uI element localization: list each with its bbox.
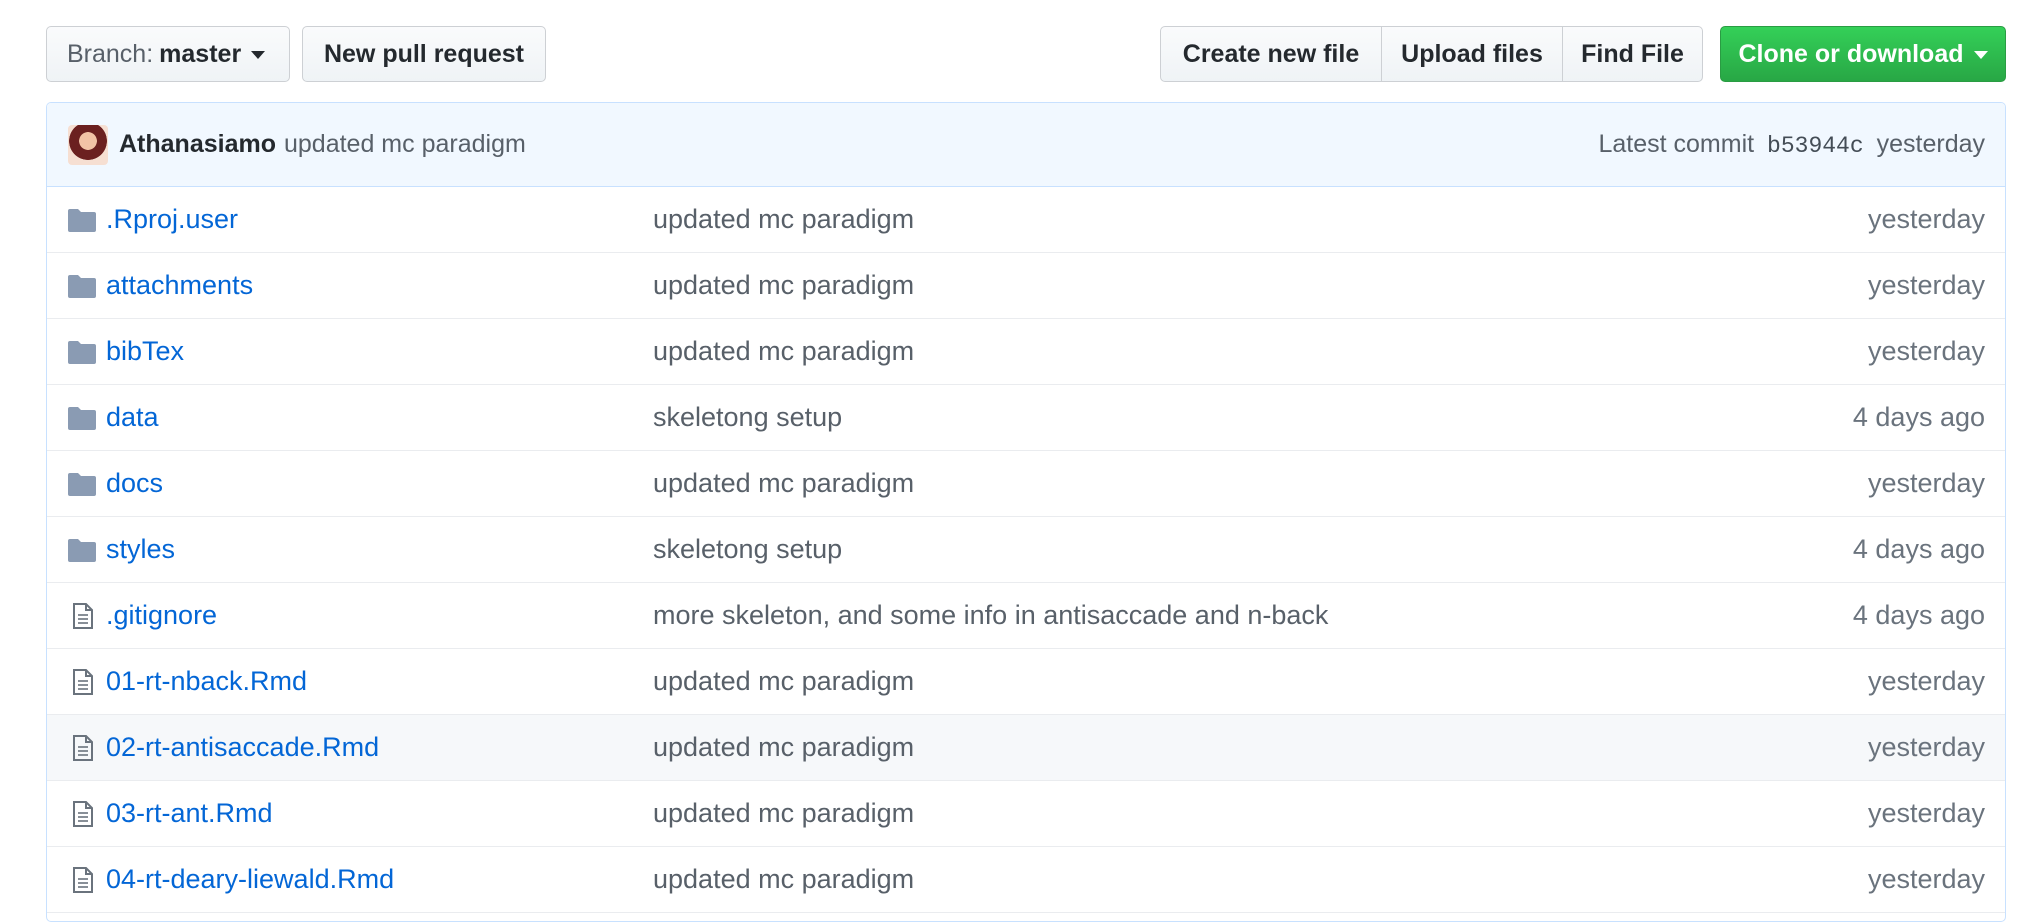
file-commit-message[interactable]: updated mc paradigm <box>653 666 914 697</box>
file-icon <box>67 867 97 893</box>
file-name-link[interactable]: 04-rt-deary-liewald.Rmd <box>106 864 394 895</box>
commit-time: yesterday <box>1876 130 1985 158</box>
file-row[interactable]: 04-rt-deary-liewald.Rmd updated mc parad… <box>47 847 2005 913</box>
file-age: yesterday <box>1867 204 1985 234</box>
file-list: .Rproj.user updated mc paradigm yesterda… <box>47 187 2005 913</box>
file-icon <box>67 603 97 629</box>
file-commit-message[interactable]: updated mc paradigm <box>653 468 914 499</box>
clone-or-download-button[interactable]: Clone or download <box>1720 26 2006 82</box>
file-commit-message[interactable]: updated mc paradigm <box>653 864 914 895</box>
branch-label: Branch: <box>67 39 154 68</box>
file-actions-group: Create new file Upload files Find File <box>1160 26 1703 82</box>
caret-down-icon <box>251 51 266 59</box>
file-row[interactable]: docs updated mc paradigm yesterday <box>47 451 2005 517</box>
repo-toolbar: Branch: master New pull request Create n… <box>0 0 2042 100</box>
folder-icon <box>67 471 97 497</box>
file-name-link[interactable]: bibTex <box>106 336 184 367</box>
file-age: yesterday <box>1867 864 1985 894</box>
file-icon <box>67 801 97 827</box>
file-commit-message[interactable]: updated mc paradigm <box>653 204 914 235</box>
new-pull-request-button[interactable]: New pull request <box>302 26 546 82</box>
commit-message[interactable]: updated mc paradigm <box>284 130 526 159</box>
file-age: 4 days ago <box>1852 600 1985 630</box>
create-new-file-button[interactable]: Create new file <box>1160 26 1382 82</box>
file-row[interactable]: 03-rt-ant.Rmd updated mc paradigm yester… <box>47 781 2005 847</box>
file-name-link[interactable]: docs <box>106 468 163 499</box>
file-row[interactable]: bibTex updated mc paradigm yesterday <box>47 319 2005 385</box>
latest-commit-label: Latest commit <box>1598 130 1755 158</box>
folder-icon <box>67 273 97 299</box>
find-file-button[interactable]: Find File <box>1562 26 1703 82</box>
file-name-link[interactable]: styles <box>106 534 175 565</box>
file-commit-message[interactable]: updated mc paradigm <box>653 270 914 301</box>
file-age: 4 days ago <box>1852 534 1985 564</box>
folder-icon <box>67 339 97 365</box>
file-commit-message[interactable]: updated mc paradigm <box>653 732 914 763</box>
file-row[interactable]: .Rproj.user updated mc paradigm yesterda… <box>47 187 2005 253</box>
file-age: yesterday <box>1867 732 1985 762</box>
file-row[interactable]: attachments updated mc paradigm yesterda… <box>47 253 2005 319</box>
folder-icon <box>67 537 97 563</box>
file-commit-message[interactable]: skeletong setup <box>653 402 842 433</box>
file-name-link[interactable]: attachments <box>106 270 253 301</box>
branch-select-button[interactable]: Branch: master <box>46 26 290 82</box>
file-age: yesterday <box>1867 468 1985 498</box>
folder-icon <box>67 405 97 431</box>
commit-sha[interactable]: b53944c <box>1767 133 1864 159</box>
file-row[interactable]: 01-rt-nback.Rmd updated mc paradigm yest… <box>47 649 2005 715</box>
caret-down-icon <box>1973 51 1988 59</box>
latest-commit-info: Latest commit b53944c yesterday <box>1598 130 1985 159</box>
file-commit-message[interactable]: updated mc paradigm <box>653 336 914 367</box>
file-name-link[interactable]: 03-rt-ant.Rmd <box>106 798 273 829</box>
file-row[interactable]: .gitignore more skeleton, and some info … <box>47 583 2005 649</box>
file-commit-message[interactable]: skeletong setup <box>653 534 842 565</box>
branch-name: master <box>159 39 242 68</box>
file-browser: Athanasiamo updated mc paradigm Latest c… <box>46 102 2006 922</box>
file-age: yesterday <box>1867 336 1985 366</box>
file-age: yesterday <box>1867 666 1985 696</box>
commit-author[interactable]: Athanasiamo <box>119 130 276 159</box>
file-name-link[interactable]: .gitignore <box>106 600 217 631</box>
file-name-link[interactable]: data <box>106 402 159 433</box>
file-name-link[interactable]: 02-rt-antisaccade.Rmd <box>106 732 379 763</box>
avatar[interactable] <box>68 124 108 165</box>
file-name-link[interactable]: 01-rt-nback.Rmd <box>106 666 307 697</box>
file-age: yesterday <box>1867 798 1985 828</box>
file-name-link[interactable]: .Rproj.user <box>106 204 238 235</box>
clone-label: Clone or download <box>1738 39 1964 68</box>
file-age: 4 days ago <box>1852 402 1985 432</box>
file-row[interactable]: data skeletong setup 4 days ago <box>47 385 2005 451</box>
file-icon <box>67 669 97 695</box>
file-icon <box>67 735 97 761</box>
upload-files-button[interactable]: Upload files <box>1380 26 1564 82</box>
file-commit-message[interactable]: updated mc paradigm <box>653 798 914 829</box>
file-age: yesterday <box>1867 270 1985 300</box>
folder-icon <box>67 207 97 233</box>
latest-commit-bar: Athanasiamo updated mc paradigm Latest c… <box>47 103 2005 187</box>
file-commit-message[interactable]: more skeleton, and some info in antisacc… <box>653 600 1328 631</box>
file-row[interactable]: styles skeletong setup 4 days ago <box>47 517 2005 583</box>
file-row[interactable]: 02-rt-antisaccade.Rmd updated mc paradig… <box>47 715 2005 781</box>
